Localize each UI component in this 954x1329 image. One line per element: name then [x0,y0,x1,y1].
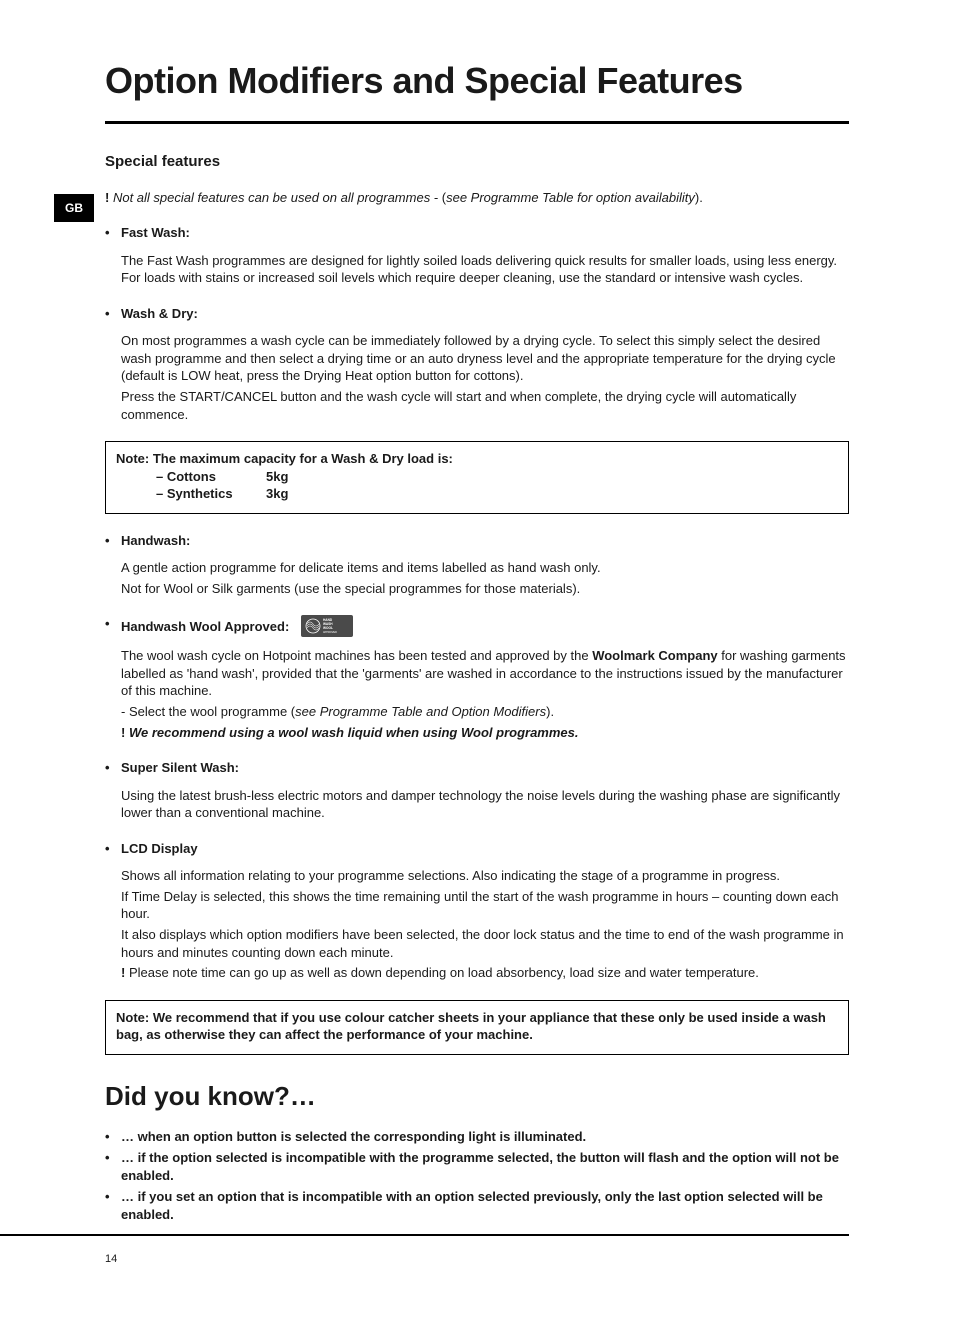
body-block: Special features ! Not all special featu… [105,152,849,1223]
text-pre: The wool wash cycle on Hotpoint machines… [121,648,592,663]
feature-wash-dry: Wash & Dry: On most programmes a wash cy… [105,305,849,423]
svg-text:APPROVED: APPROVED [323,631,337,634]
dyk-item: … if you set an option that is incompati… [105,1188,849,1223]
woolmark-company: Woolmark Company [592,648,717,663]
capacity-row: – Cottons 5kg [116,468,838,486]
feature-label: Handwash: [121,533,190,548]
intro-warning-paren-text: see Programme Table for option availabil… [446,190,695,205]
text-pre: - Select the wool programme ( [121,704,295,719]
capacity-note-box: Note: The maximum capacity for a Wash & … [105,441,849,514]
warning-text: Please note time can go up as well as do… [125,965,759,980]
did-you-know-list: … when an option button is selected the … [105,1128,849,1224]
section-heading-special-features: Special features [105,152,849,172]
woolmark-icon: HAND WASH WOOL APPROVED [301,615,353,637]
feature-text: The wool wash cycle on Hotpoint machines… [121,647,849,700]
feature-list: Fast Wash: The Fast Wash programmes are … [105,224,849,423]
feature-body: On most programmes a wash cycle can be i… [121,332,849,423]
feature-text: The Fast Wash programmes are designed fo… [121,252,849,287]
footer-divider [0,1234,849,1236]
feature-handwash: Handwash: A gentle action programme for … [105,532,849,598]
capacity-material: – Synthetics [156,485,266,503]
feature-label: Super Silent Wash: [121,760,239,775]
feature-super-silent: Super Silent Wash: Using the latest brus… [105,759,849,822]
note-text: Note: We recommend that if you use colou… [116,1009,838,1044]
svg-text:WOOL: WOOL [323,626,333,630]
feature-body: The Fast Wash programmes are designed fo… [121,252,849,287]
warning-text: We recommend using a wool wash liquid wh… [129,725,579,740]
intro-warning-paren-close: ). [695,190,703,205]
did-you-know-heading: Did you know?… [105,1079,849,1114]
feature-text: If Time Delay is selected, this shows th… [121,888,849,923]
feature-text: Using the latest brush-less electric mot… [121,787,849,822]
feature-body: Shows all information relating to your p… [121,867,849,981]
dyk-item: … when an option button is selected the … [105,1128,849,1146]
feature-text: It also displays which option modifiers … [121,926,849,961]
feature-handwash-wool: Handwash Wool Approved: HAND WASH WOOL A… [105,615,849,741]
feature-label: Wash & Dry: [121,306,198,321]
feature-text: Press the START/CANCEL button and the wa… [121,388,849,423]
feature-fast-wash: Fast Wash: The Fast Wash programmes are … [105,224,849,287]
intro-warning-text-1: Not all special features can be used on … [113,190,442,205]
feature-text: On most programmes a wash cycle can be i… [121,332,849,385]
capacity-material: – Cottons [156,468,266,486]
capacity-value: 5kg [266,468,288,486]
dyk-item: … if the option selected is incompatible… [105,1149,849,1184]
page-number: 14 [105,1252,849,1267]
intro-warning: ! Not all special features can be used o… [105,189,849,207]
feature-label: Handwash Wool Approved: [121,618,289,636]
text-ital: see Programme Table and Option Modifiers [295,704,546,719]
feature-warning: ! Please note time can go up as well as … [121,964,849,982]
feature-label: Fast Wash: [121,225,190,240]
capacity-value: 3kg [266,485,288,503]
warning-icon: ! [121,725,125,740]
feature-text: Shows all information relating to your p… [121,867,849,885]
colour-catcher-note-box: Note: We recommend that if you use colou… [105,1000,849,1055]
language-badge: GB [54,194,94,222]
feature-lcd-display: LCD Display Shows all information relati… [105,840,849,982]
feature-text: A gentle action programme for delicate i… [121,559,849,577]
feature-text: - Select the wool programme (see Program… [121,703,849,721]
feature-label: LCD Display [121,841,198,856]
capacity-row: – Synthetics 3kg [116,485,838,503]
title-divider [105,121,849,124]
feature-body: A gentle action programme for delicate i… [121,559,849,597]
page-footer: 14 [105,1234,849,1267]
feature-text: Not for Wool or Silk garments (use the s… [121,580,849,598]
feature-list-continued: Handwash: A gentle action programme for … [105,532,849,982]
note-title: Note: The maximum capacity for a Wash & … [116,450,838,468]
feature-body: The wool wash cycle on Hotpoint machines… [121,647,849,741]
page: GB Option Modifiers and Special Features… [0,0,954,1329]
feature-warning: ! We recommend using a wool wash liquid … [121,724,849,742]
feature-body: Using the latest brush-less electric mot… [121,787,849,822]
warning-icon: ! [105,190,109,205]
text-post: ). [546,704,554,719]
page-title: Option Modifiers and Special Features [105,60,849,101]
